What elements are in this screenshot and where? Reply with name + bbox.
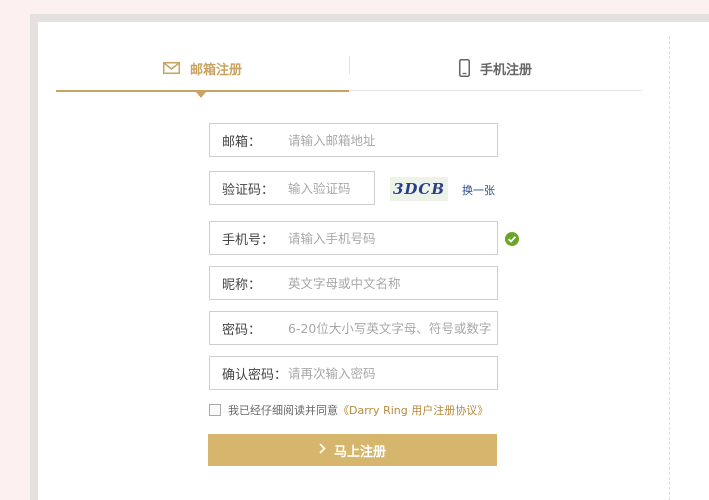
captcha-image[interactable]: 3DCB bbox=[390, 177, 448, 201]
captcha-label: 验证码： bbox=[222, 182, 275, 198]
agreement-checkbox[interactable] bbox=[209, 404, 221, 416]
captcha-refresh-link[interactable]: 换一张 bbox=[462, 182, 495, 198]
tab-email-register[interactable]: 邮箱注册 bbox=[56, 46, 349, 90]
mobile-phone-icon bbox=[458, 59, 470, 77]
register-submit-button[interactable]: 马上注册 bbox=[208, 434, 497, 466]
phone-label: 手机号： bbox=[222, 232, 275, 248]
register-tabs: 邮箱注册 手机注册 bbox=[56, 46, 642, 98]
active-tab-caret bbox=[196, 92, 206, 98]
agreement-row: 我已经仔细阅读并同意 《Darry Ring 用户注册协议》 bbox=[209, 402, 488, 418]
phone-input[interactable] bbox=[288, 230, 497, 246]
captcha-input[interactable] bbox=[288, 180, 374, 196]
tab-email-label: 邮箱注册 bbox=[189, 62, 242, 78]
tab-phone-label: 手机注册 bbox=[479, 62, 532, 78]
envelope-icon bbox=[162, 62, 180, 74]
confirm-password-field-row: 确认密码： bbox=[209, 356, 498, 390]
tab-phone-register[interactable]: 手机注册 bbox=[349, 46, 642, 90]
nickname-input[interactable] bbox=[288, 275, 497, 291]
confirm-password-label: 确认密码： bbox=[222, 367, 288, 383]
agreement-link[interactable]: 《Darry Ring 用户注册协议》 bbox=[338, 402, 488, 418]
chevron-right-icon bbox=[319, 442, 326, 458]
email-label: 邮箱： bbox=[222, 134, 262, 150]
password-label: 密码： bbox=[222, 322, 262, 338]
agreement-text: 我已经仔细阅读并同意 bbox=[228, 404, 338, 417]
phone-field-row: 手机号： bbox=[209, 221, 498, 255]
password-field-row: 密码： bbox=[209, 311, 498, 345]
check-circle-icon bbox=[505, 231, 519, 250]
email-input[interactable] bbox=[288, 132, 497, 148]
email-field-row: 邮箱： bbox=[209, 123, 498, 157]
confirm-password-input[interactable] bbox=[288, 365, 497, 381]
captcha-field-row: 验证码： bbox=[209, 171, 375, 205]
register-panel bbox=[38, 22, 709, 500]
dashed-divider bbox=[669, 36, 670, 500]
nickname-field-row: 昵称： bbox=[209, 266, 498, 300]
register-submit-label: 马上注册 bbox=[333, 444, 386, 460]
nickname-label: 昵称： bbox=[222, 277, 262, 293]
password-input[interactable] bbox=[288, 320, 497, 336]
